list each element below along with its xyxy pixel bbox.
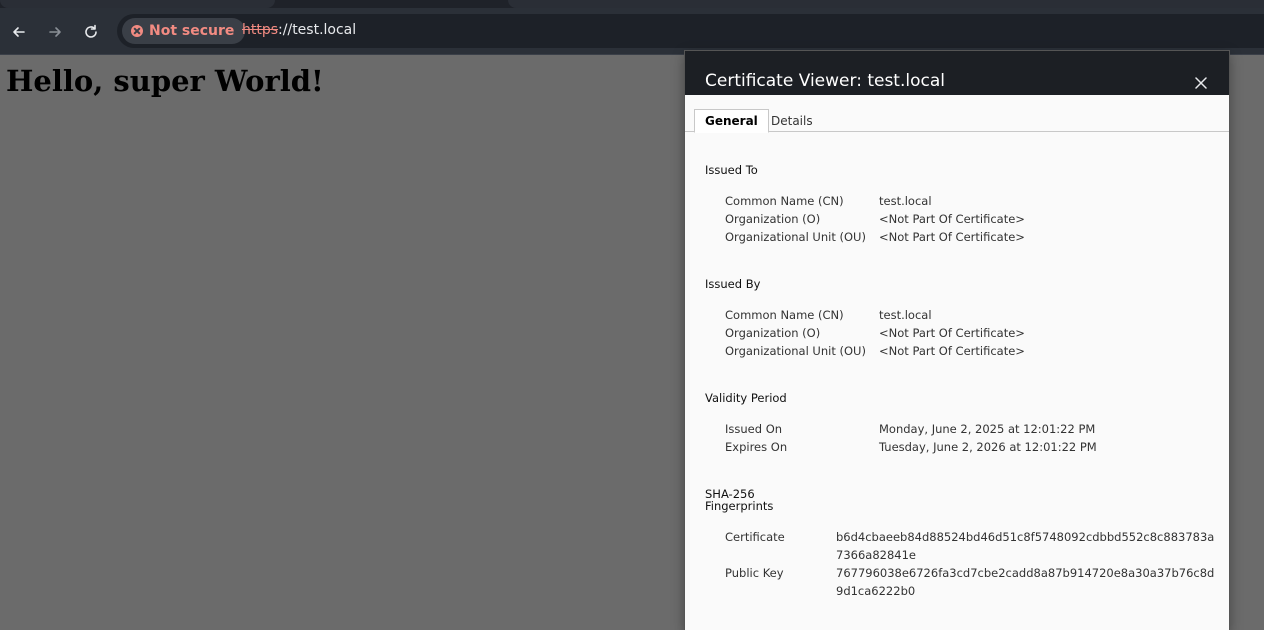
section-title-issued-by: Issued By bbox=[705, 277, 761, 291]
field-label: Certificate bbox=[725, 530, 785, 544]
field-value: test.local bbox=[879, 308, 932, 322]
field-label: Public Key bbox=[725, 566, 784, 580]
field-value: Tuesday, June 2, 2026 at 12:01:22 PM bbox=[879, 440, 1097, 454]
fingerprint-value: 767796038e6726fa3cd7cbe2cadd8a87b914720e… bbox=[836, 566, 1215, 598]
tab-details[interactable]: Details bbox=[761, 109, 823, 132]
tab-general[interactable]: General bbox=[694, 109, 769, 133]
field-label: Organizational Unit (OU) bbox=[725, 230, 866, 244]
dialog-title: Certificate Viewer: test.local bbox=[705, 71, 945, 91]
security-indicator[interactable]: Not secure bbox=[122, 18, 246, 44]
arrow-right-icon bbox=[49, 27, 61, 37]
field-label: Organization (O) bbox=[725, 212, 821, 226]
warning-x-icon bbox=[131, 25, 143, 37]
certificate-viewer-dialog: Certificate Viewer: test.local General D… bbox=[685, 51, 1229, 630]
security-label: Not secure bbox=[149, 23, 235, 39]
reload-button[interactable] bbox=[79, 20, 103, 44]
field-value: <Not Part Of Certificate> bbox=[879, 326, 1025, 340]
close-icon bbox=[1195, 77, 1207, 89]
address-bar[interactable]: Not secure https://test.local bbox=[117, 14, 1264, 48]
back-button[interactable] bbox=[7, 20, 31, 44]
field-label: Organizational Unit (OU) bbox=[725, 344, 866, 358]
field-value: <Not Part Of Certificate> bbox=[879, 212, 1025, 226]
browser-tab[interactable] bbox=[508, 0, 1264, 8]
url-text[interactable]: https://test.local bbox=[242, 22, 356, 38]
field-label: Organization (O) bbox=[725, 326, 821, 340]
page-heading: Hello, super World! bbox=[6, 64, 324, 98]
dialog-tabs: General Details bbox=[685, 109, 1229, 133]
field-label: Common Name (CN) bbox=[725, 194, 844, 208]
field-value: <Not Part Of Certificate> bbox=[879, 230, 1025, 244]
reload-icon bbox=[85, 24, 97, 38]
field-value: <Not Part Of Certificate> bbox=[879, 344, 1025, 358]
browser-tab[interactable] bbox=[0, 0, 275, 8]
field-label: Issued On bbox=[725, 422, 783, 436]
url-scheme: https bbox=[242, 22, 279, 38]
section-title-validity: Validity Period bbox=[705, 391, 787, 405]
fingerprint-value: b6d4cbaeeb84d88524bd46d51c8f5748092cdbbd… bbox=[836, 530, 1215, 562]
section-title-fingerprints: Fingerprints bbox=[705, 499, 774, 513]
section-title-issued-to: Issued To bbox=[705, 163, 758, 177]
close-button[interactable] bbox=[1191, 73, 1211, 93]
browser-toolbar: Not secure https://test.local bbox=[0, 8, 1264, 55]
tab-strip bbox=[0, 0, 1264, 8]
forward-button[interactable] bbox=[43, 20, 67, 44]
url-host: ://test.local bbox=[278, 22, 357, 38]
arrow-left-icon bbox=[13, 27, 25, 37]
field-label: Expires On bbox=[725, 440, 788, 454]
field-value: test.local bbox=[879, 194, 932, 208]
field-value: Monday, June 2, 2025 at 12:01:22 PM bbox=[879, 422, 1096, 436]
field-label: Common Name (CN) bbox=[725, 308, 844, 322]
